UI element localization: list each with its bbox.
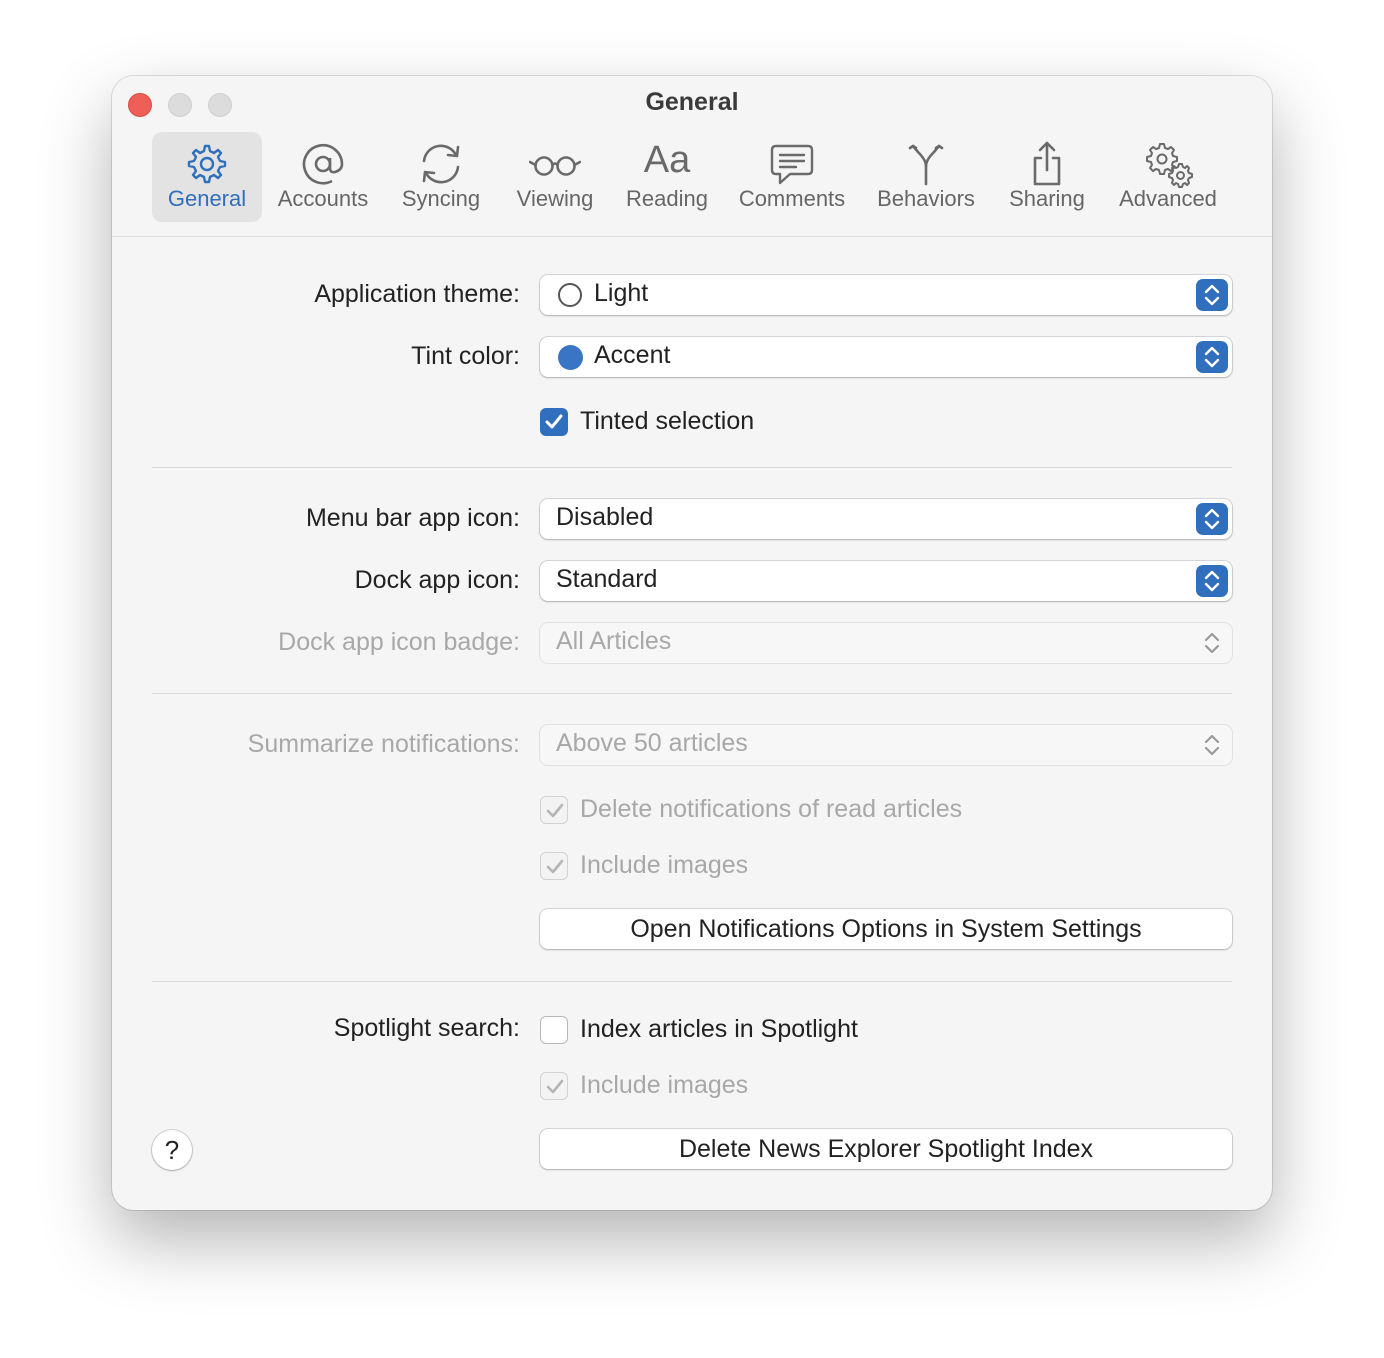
delete-read-notifications-label[interactable]: Delete notifications of read articles: [580, 795, 962, 824]
checkmark-icon: [546, 859, 564, 874]
tab-reading-label: Reading: [626, 186, 708, 211]
tint-color-popup[interactable]: Accent: [540, 337, 1232, 377]
popup-stepper-icon: [1196, 341, 1228, 373]
summarize-notifications-label: Summarize notifications:: [247, 730, 520, 758]
menu-bar-icon-value: Disabled: [556, 503, 654, 531]
light-theme-circle-icon: [558, 283, 582, 307]
dock-badge-popup[interactable]: All Articles: [540, 623, 1232, 663]
general-settings-panel: Application theme: Light Tint color: Acc…: [112, 237, 1272, 1210]
tab-accounts[interactable]: Accounts: [268, 132, 378, 222]
title-bar: General General Accounts Syncing Viewing…: [112, 76, 1272, 237]
gears-icon: [1142, 140, 1194, 188]
tab-syncing[interactable]: Syncing: [386, 132, 496, 222]
help-button[interactable]: ?: [152, 1130, 192, 1170]
tab-general-label: General: [167, 186, 247, 211]
checkmark-icon: [546, 803, 564, 818]
tab-behaviors[interactable]: Behaviors: [864, 132, 988, 222]
dock-badge-label: Dock app icon badge:: [278, 628, 520, 656]
tab-behaviors-label: Behaviors: [877, 186, 975, 211]
section-divider: [152, 693, 1232, 694]
tab-viewing[interactable]: Viewing: [500, 132, 610, 222]
spotlight-search-label: Spotlight search:: [333, 1014, 520, 1042]
speech-bubble-icon: [766, 140, 818, 188]
dock-icon-value: Standard: [556, 565, 658, 593]
tint-color-value: Accent: [594, 341, 671, 369]
window-title: General: [645, 88, 739, 116]
index-spotlight-checkbox[interactable]: [540, 1016, 568, 1044]
accent-color-swatch: [558, 345, 583, 370]
summarize-notifications-popup[interactable]: Above 50 articles: [540, 725, 1232, 765]
dock-icon-label: Dock app icon:: [354, 566, 520, 594]
dock-badge-value: All Articles: [556, 627, 672, 655]
tab-viewing-label: Viewing: [516, 186, 594, 211]
share-icon: [1021, 140, 1073, 188]
summarize-notifications-value: Above 50 articles: [556, 729, 748, 757]
section-divider: [152, 467, 1232, 468]
tab-comments[interactable]: Comments: [730, 132, 854, 222]
tab-advanced[interactable]: Advanced: [1106, 132, 1230, 222]
at-sign-icon: [297, 140, 349, 188]
section-divider: [152, 981, 1232, 982]
app-theme-label: Application theme:: [314, 280, 520, 308]
tint-color-label: Tint color:: [411, 342, 520, 370]
gear-icon: [181, 140, 233, 188]
glasses-icon: [529, 140, 581, 188]
sync-arrows-icon: [415, 140, 467, 188]
popup-stepper-icon: [1196, 627, 1228, 659]
menu-bar-icon-label: Menu bar app icon:: [305, 504, 520, 532]
spotlight-include-images-label[interactable]: Include images: [580, 1071, 748, 1100]
tab-general[interactable]: General: [152, 132, 262, 222]
notification-include-images-checkbox[interactable]: [540, 852, 568, 880]
tab-syncing-label: Syncing: [401, 186, 481, 211]
tinted-selection-checkbox[interactable]: [540, 408, 568, 436]
open-notification-settings-button[interactable]: Open Notifications Options in System Set…: [540, 909, 1232, 949]
tab-accounts-label: Accounts: [277, 186, 369, 211]
index-spotlight-label[interactable]: Index articles in Spotlight: [580, 1015, 858, 1044]
dock-icon-popup[interactable]: Standard: [540, 561, 1232, 601]
tab-comments-label: Comments: [738, 186, 846, 211]
text-aa-icon: Aa: [643, 139, 691, 181]
app-theme-value: Light: [594, 279, 649, 307]
fork-arrows-icon: [900, 140, 952, 188]
popup-stepper-icon: [1196, 565, 1228, 597]
tinted-selection-label[interactable]: Tinted selection: [580, 407, 754, 436]
preferences-window: General General Accounts Syncing Viewing…: [112, 76, 1272, 1210]
tab-advanced-label: Advanced: [1119, 186, 1217, 211]
notification-include-images-label[interactable]: Include images: [580, 851, 748, 880]
checkmark-icon: [545, 414, 563, 429]
tab-sharing[interactable]: Sharing: [992, 132, 1102, 222]
menu-bar-icon-popup[interactable]: Disabled: [540, 499, 1232, 539]
checkmark-icon: [546, 1079, 564, 1094]
delete-read-notifications-checkbox[interactable]: [540, 796, 568, 824]
popup-stepper-icon: [1196, 279, 1228, 311]
popup-stepper-icon: [1196, 503, 1228, 535]
delete-spotlight-index-button[interactable]: Delete News Explorer Spotlight Index: [540, 1129, 1232, 1169]
tab-reading[interactable]: Aa Reading: [612, 132, 722, 222]
popup-stepper-icon: [1196, 729, 1228, 761]
app-theme-popup[interactable]: Light: [540, 275, 1232, 315]
tab-sharing-label: Sharing: [1009, 186, 1085, 211]
spotlight-include-images-checkbox[interactable]: [540, 1072, 568, 1100]
